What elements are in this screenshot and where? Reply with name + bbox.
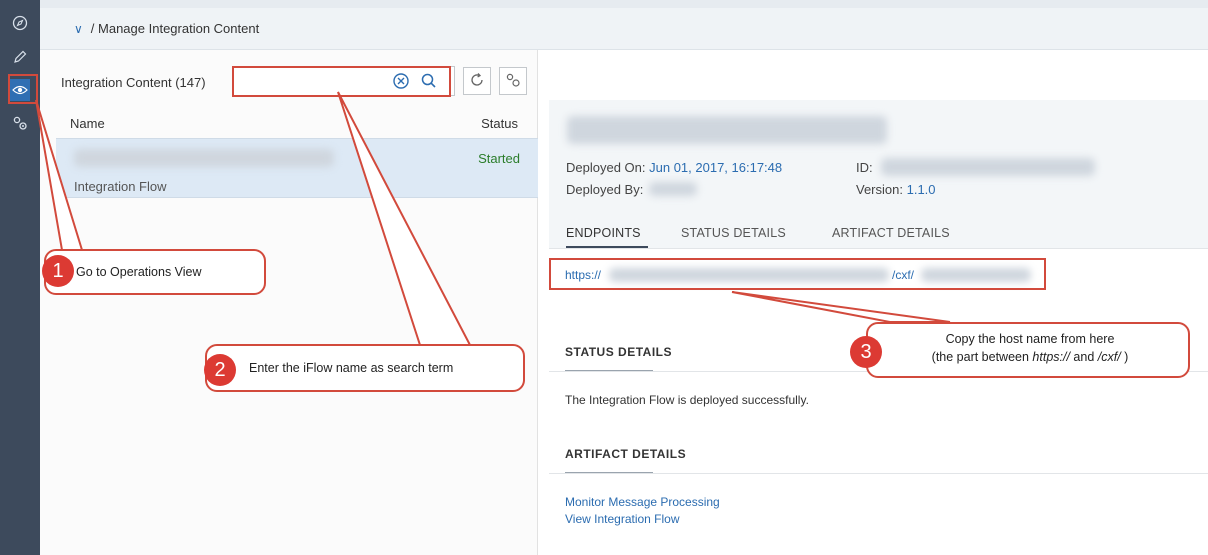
highlight-operations-view (8, 74, 38, 104)
deployed-on-value: Jun 01, 2017, 16:17:48 (649, 160, 783, 175)
status-badge: Started (478, 151, 520, 166)
tab-endpoints[interactable]: ENDPOINTS (566, 226, 641, 240)
deployed-on: Deployed On: Jun 01, 2017, 16:17:48 (566, 160, 782, 175)
column-status[interactable]: Status (481, 116, 518, 131)
callout-copy-hostname: Copy the host name from here (the part b… (866, 322, 1190, 378)
shell-header (40, 0, 1208, 8)
tab-divider (549, 248, 1208, 249)
callout-3-line1: Copy the host name from here (945, 332, 1115, 346)
app-root: ∨ / Manage Integration Content Integrati… (0, 0, 1208, 555)
version-value: 1.1.0 (906, 182, 936, 197)
deployed-on-label: Deployed On: (566, 160, 646, 175)
version-label: Version: (856, 182, 903, 197)
callout-3-post: ) (1120, 350, 1129, 364)
redacted-artifact-title (567, 116, 887, 144)
view-integration-flow-link[interactable]: View Integration Flow (565, 512, 680, 526)
redacted-user (649, 182, 697, 196)
list-item[interactable]: Integration Flow Started (56, 138, 538, 198)
highlight-search-box (232, 66, 451, 97)
detail-tabs: ENDPOINTS STATUS DETAILS ARTIFACT DETAIL… (549, 218, 1208, 248)
artifact-divider (549, 473, 1208, 474)
list-item-type: Integration Flow (74, 179, 167, 194)
redacted-id (881, 158, 1095, 176)
tab-artifact-details[interactable]: ARTIFACT DETAILS (832, 226, 950, 240)
settings-icon (504, 71, 522, 92)
callout-search-term: Enter the iFlow name as search term (205, 344, 525, 392)
status-text: The Integration Flow is deployed success… (565, 393, 809, 407)
artifact-version: Version: 1.1.0 (856, 182, 936, 197)
list-header: Name Status (56, 112, 538, 138)
list-settings-button[interactable] (499, 67, 527, 95)
callout-3-mid: and (1069, 350, 1098, 364)
breadcrumb: ∨ / Manage Integration Content (40, 8, 1208, 50)
artifact-details-heading: ARTIFACT DETAILS (565, 447, 687, 461)
id-label: ID: (856, 160, 873, 175)
deployed-by: Deployed By: (566, 182, 643, 197)
monitor-message-processing-link[interactable]: Monitor Message Processing (565, 495, 720, 509)
callout-2-text: Enter the iFlow name as search term (249, 361, 454, 375)
deployed-by-label: Deployed By: (566, 182, 644, 197)
callout-3-https: https:// (1032, 350, 1070, 364)
artifact-id: ID: (856, 160, 873, 175)
integration-content-title: Integration Content (147) (61, 75, 206, 90)
breadcrumb-text[interactable]: / Manage Integration Content (91, 21, 259, 36)
integration-content-pane: Integration Content (147) Name Status In… (40, 50, 538, 555)
callout-3-badge: 3 (850, 336, 882, 368)
callout-1-badge: 1 (42, 255, 74, 287)
status-details-heading: STATUS DETAILS (565, 345, 672, 359)
refresh-button[interactable] (463, 67, 491, 95)
callout-operations-view: Go to Operations View (44, 249, 266, 295)
design-pencil-icon[interactable] (8, 46, 32, 68)
settings-gears-icon[interactable] (8, 112, 32, 134)
redacted-artifact-name (74, 149, 334, 167)
callout-2-badge: 2 (204, 354, 236, 386)
chevron-down-icon[interactable]: ∨ (74, 22, 83, 36)
discover-icon[interactable] (8, 12, 32, 34)
tab-status-details[interactable]: STATUS DETAILS (681, 226, 786, 240)
refresh-icon (469, 72, 485, 91)
callout-3-pre: (the part between (931, 350, 1033, 364)
callout-1-text: Go to Operations View (76, 265, 202, 279)
highlight-endpoint (549, 258, 1046, 290)
callout-3-cxf: /cxf/ (1097, 350, 1121, 364)
callout-3-line2: (the part between https:// and /cxf/ ) (868, 350, 1192, 364)
column-name[interactable]: Name (70, 116, 105, 131)
